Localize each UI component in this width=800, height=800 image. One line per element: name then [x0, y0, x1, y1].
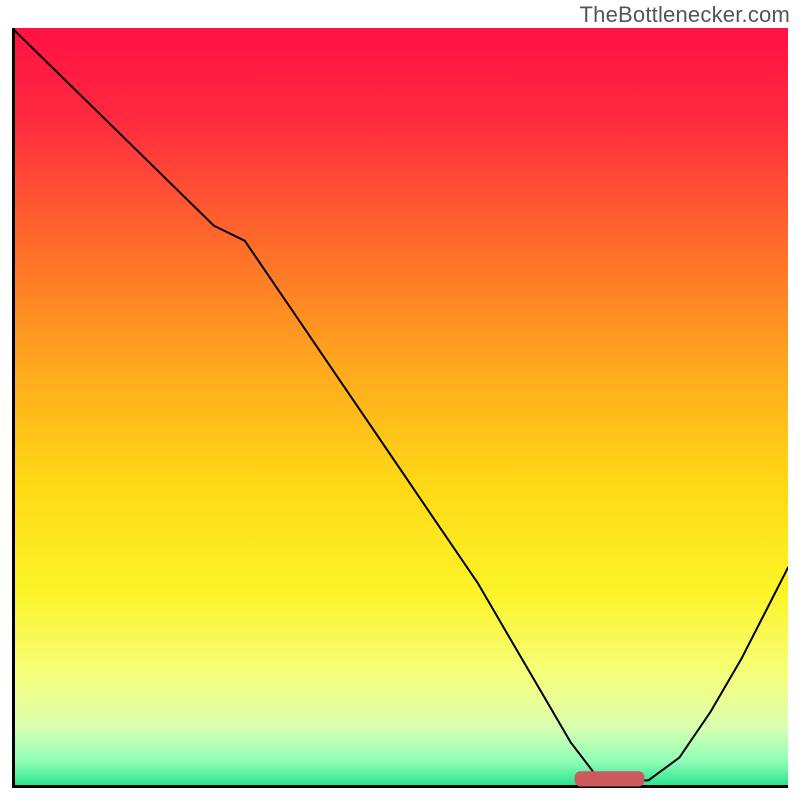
optimal-range-marker [575, 771, 645, 786]
watermark-text: TheBottlenecker.com [580, 2, 790, 28]
chart-area [12, 28, 788, 788]
bottleneck-chart-svg [12, 28, 788, 788]
